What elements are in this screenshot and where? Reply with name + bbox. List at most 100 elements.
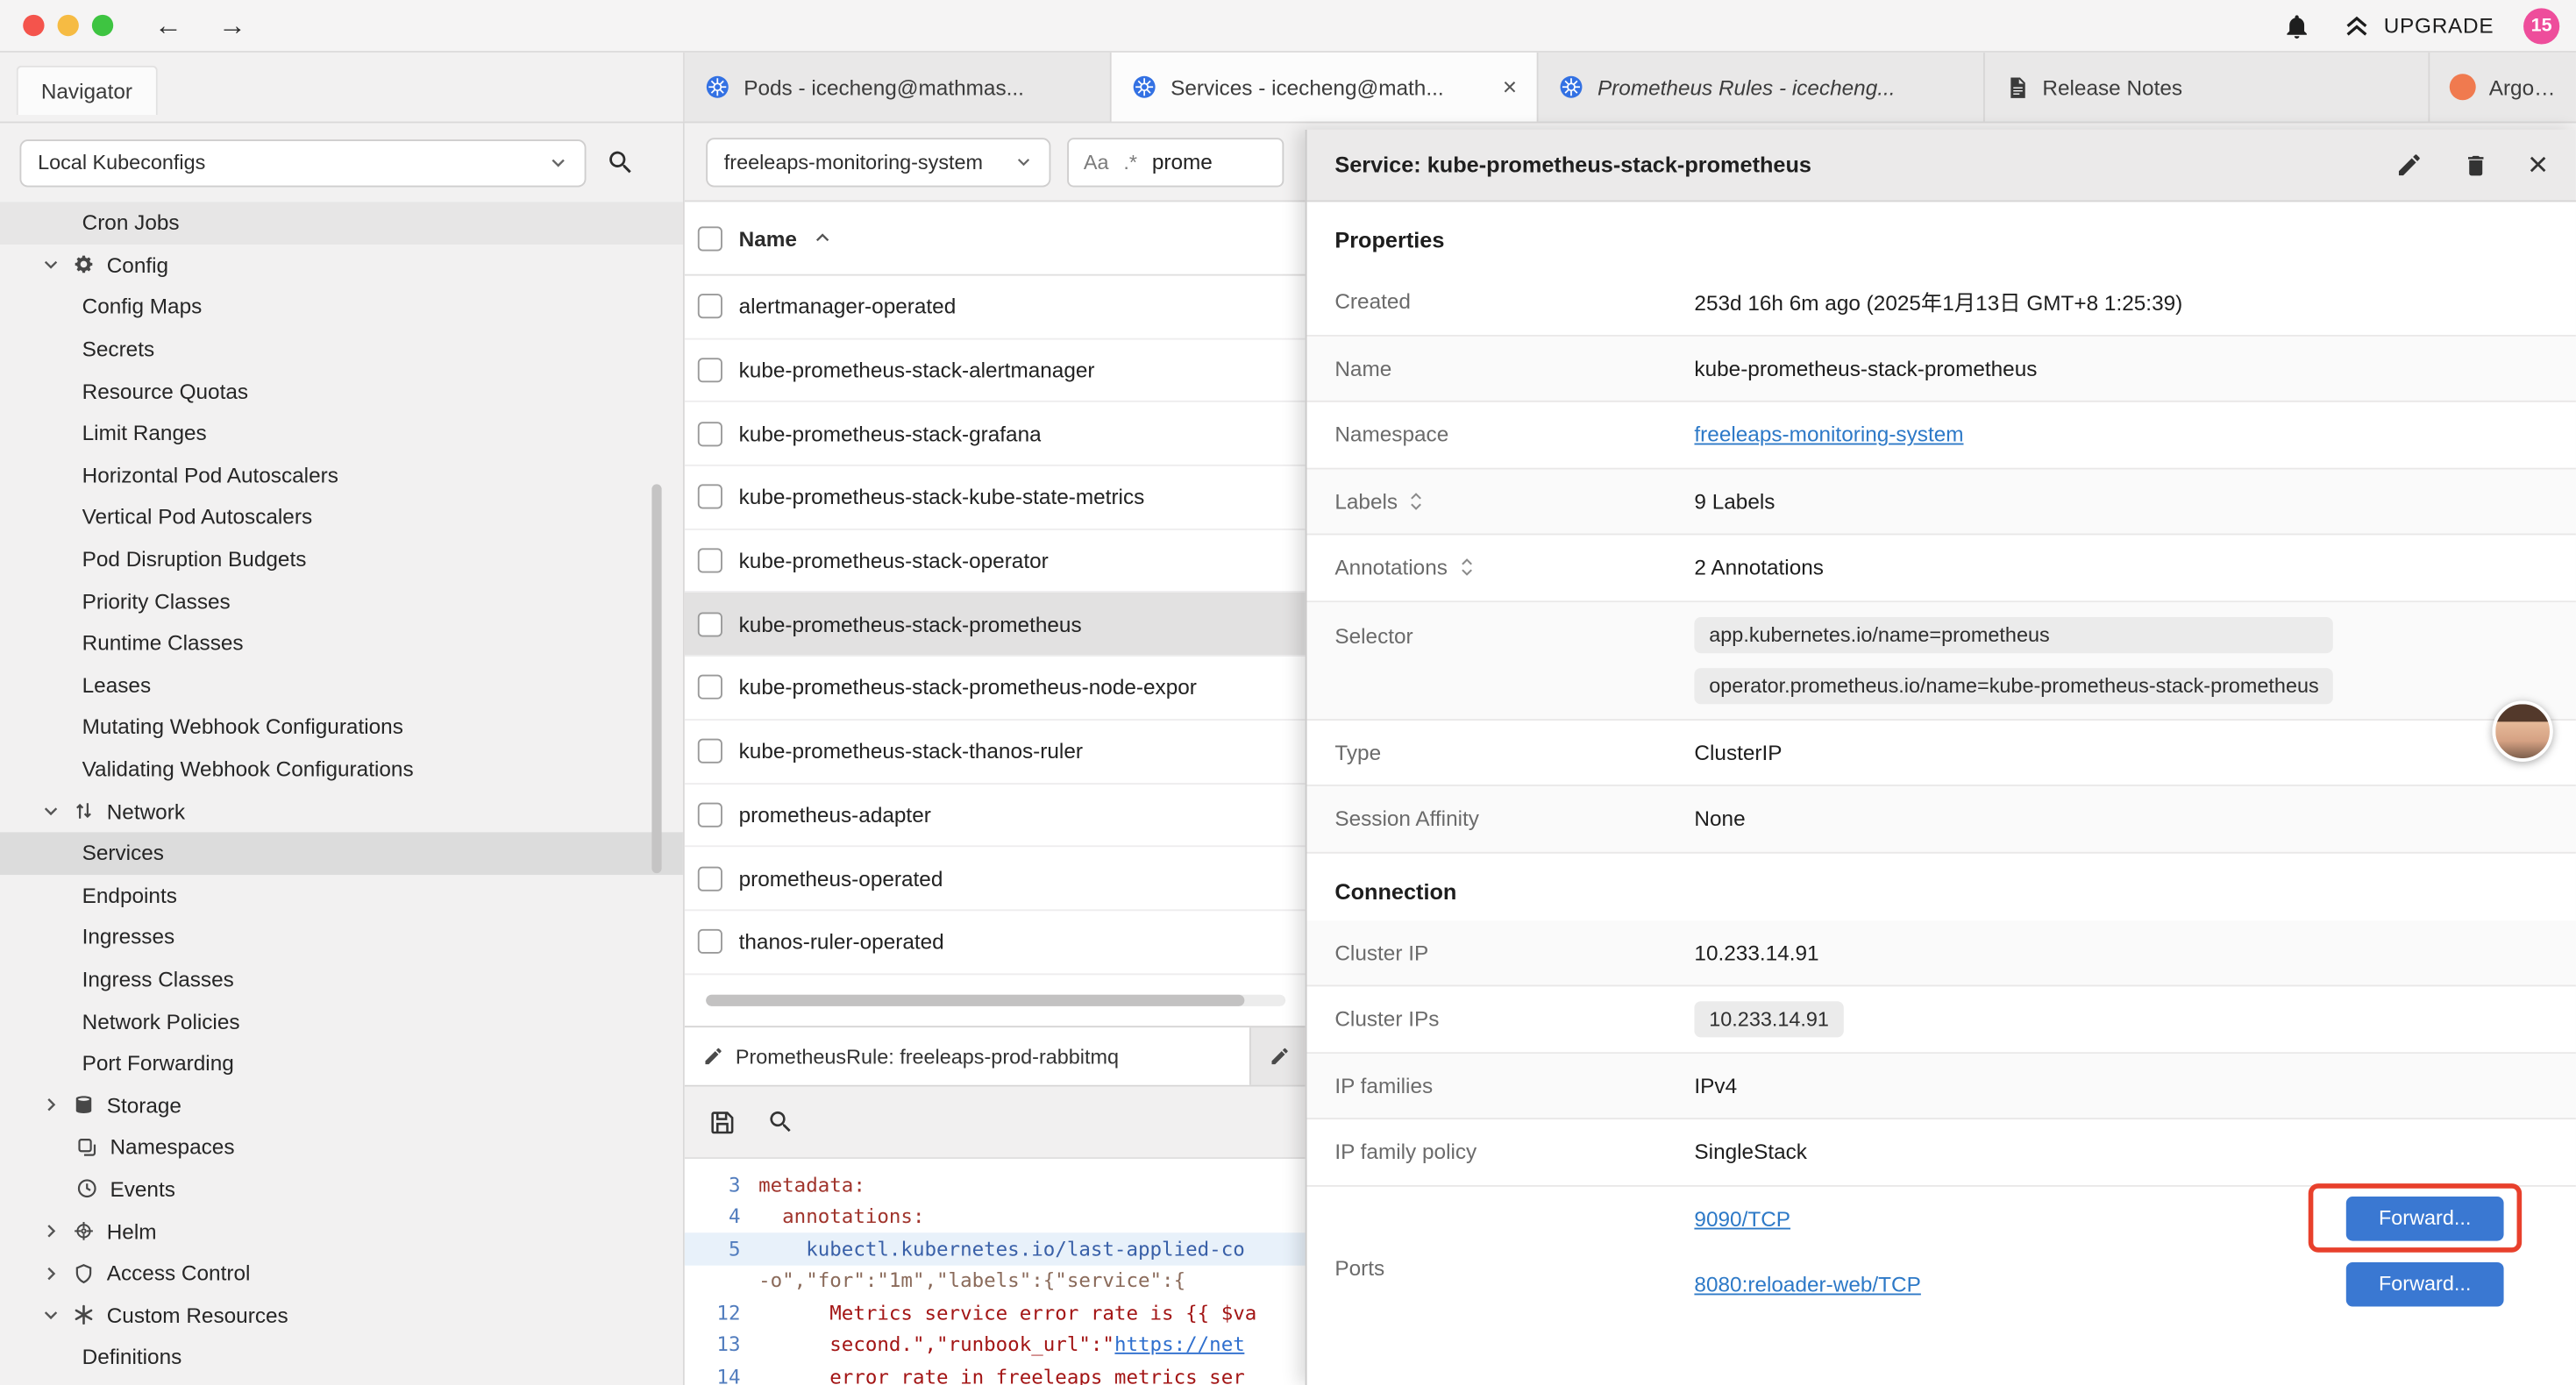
argo-icon — [2450, 74, 2476, 100]
user-avatar-bubble[interactable] — [2492, 701, 2552, 762]
sidebar-item-port-forwarding[interactable]: Port Forwarding — [0, 1042, 683, 1084]
sidebar-group-access-control[interactable]: Access Control — [0, 1252, 683, 1294]
namespaces-icon — [75, 1136, 100, 1159]
sidebar-group-custom-resources[interactable]: Custom Resources — [0, 1294, 683, 1336]
search-input[interactable] — [1152, 149, 1267, 174]
namespace-select[interactable]: freeleaps-monitoring-system — [706, 137, 1050, 186]
table-row[interactable]: thanos-ruler-operated — [685, 911, 1306, 974]
sidebar-item-definitions[interactable]: Definitions — [0, 1336, 683, 1378]
sidebar-item-horizontal-pod-autoscalers[interactable]: Horizontal Pod Autoscalers — [0, 454, 683, 496]
window-titlebar: ← → UPGRADE 15 — [0, 0, 2576, 53]
table-row[interactable]: kube-prometheus-stack-thanos-ruler — [685, 721, 1306, 784]
sort-ascending-icon[interactable] — [814, 228, 833, 247]
sidebar-scrollbar[interactable] — [651, 484, 661, 873]
yaml-editor[interactable]: 3metadata: 4 annotations: 5 kubectl.kube… — [685, 1159, 1306, 1385]
table-row[interactable]: prometheus-operated — [685, 848, 1306, 911]
sidebar-group-storage[interactable]: Storage — [0, 1084, 683, 1126]
table-row[interactable]: kube-prometheus-stack-grafana — [685, 402, 1306, 465]
notification-count-badge[interactable]: 15 — [2523, 7, 2559, 43]
sidebar-item-services[interactable]: Services — [0, 832, 683, 874]
close-tab-icon[interactable]: × — [1496, 73, 1517, 101]
sidebar-item-resource-quotas[interactable]: Resource Quotas — [0, 370, 683, 412]
sidebar-item-limit-ranges[interactable]: Limit Ranges — [0, 412, 683, 454]
row-checkbox[interactable] — [698, 358, 722, 382]
sidebar-item-priority-classes[interactable]: Priority Classes — [0, 580, 683, 622]
url-link[interactable]: https://net — [1114, 1333, 1245, 1356]
tab-prometheus-rules[interactable]: Prometheus Rules - icecheng... — [1539, 53, 1985, 122]
row-checkbox[interactable] — [698, 422, 722, 446]
tab-release-notes[interactable]: Release Notes — [1985, 53, 2430, 122]
row-checkbox[interactable] — [698, 612, 722, 636]
sidebar-group-network[interactable]: Network — [0, 790, 683, 832]
forward-button[interactable]: Forward... — [2346, 1196, 2504, 1240]
horizontal-scrollbar[interactable] — [706, 995, 1285, 1006]
sidebar-item-mutating-webhook-configurations[interactable]: Mutating Webhook Configurations — [0, 706, 683, 748]
table-row-selected[interactable]: kube-prometheus-stack-prometheus — [685, 593, 1306, 657]
editor-tab-partial[interactable] — [1251, 1027, 1306, 1085]
notifications-bell-icon[interactable] — [2282, 11, 2312, 40]
namespace-link[interactable]: freeleaps-monitoring-system — [1694, 423, 1963, 447]
sidebar-search-icon[interactable] — [606, 148, 636, 178]
row-checkbox[interactable] — [698, 866, 722, 891]
sort-toggle-icon[interactable] — [1407, 490, 1426, 511]
close-window-button[interactable] — [23, 15, 44, 36]
kubeconfig-select[interactable]: Local Kubeconfigs — [19, 138, 586, 186]
row-checkbox[interactable] — [698, 549, 722, 573]
table-row[interactable]: kube-prometheus-stack-prometheus-node-ex… — [685, 657, 1306, 720]
name-column-header[interactable]: Name — [739, 225, 797, 250]
row-checkbox[interactable] — [698, 675, 722, 700]
sidebar-item-ingresses[interactable]: Ingresses — [0, 916, 683, 958]
tab-argo[interactable]: Argo Se — [2430, 53, 2576, 122]
sidebar-group-config[interactable]: Config — [0, 244, 683, 286]
sidebar-item-cron-jobs[interactable]: Cron Jobs — [0, 202, 683, 244]
table-row[interactable]: kube-prometheus-stack-operator — [685, 529, 1306, 593]
sidebar-group-helm[interactable]: Helm — [0, 1211, 683, 1253]
tab-services[interactable]: Services - icecheng@math... × — [1112, 53, 1539, 122]
table-row[interactable]: prometheus-adapter — [685, 784, 1306, 847]
row-checkbox[interactable] — [698, 929, 722, 954]
sidebar-item-runtime-classes[interactable]: Runtime Classes — [0, 622, 683, 664]
network-arrows-icon — [72, 799, 96, 822]
sort-toggle-icon[interactable] — [1457, 557, 1476, 578]
scrollbar-thumb[interactable] — [706, 995, 1245, 1006]
sidebar-item-leases[interactable]: Leases — [0, 664, 683, 706]
match-case-toggle[interactable]: Aa — [1084, 150, 1109, 173]
sidebar-item-namespaces[interactable]: Namespaces — [0, 1126, 683, 1168]
table-row[interactable]: kube-prometheus-stack-kube-state-metrics — [685, 466, 1306, 529]
sidebar-item-secrets[interactable]: Secrets — [0, 328, 683, 370]
forward-button[interactable]: → — [200, 11, 264, 39]
window-controls[interactable] — [0, 15, 136, 36]
table-row[interactable]: alertmanager-operated — [685, 276, 1306, 339]
asterisk-icon — [72, 1303, 96, 1326]
sidebar-item-ingress-classes[interactable]: Ingress Classes — [0, 958, 683, 1000]
delete-trash-icon[interactable] — [2462, 152, 2488, 178]
minimize-window-button[interactable] — [58, 15, 79, 36]
back-button[interactable]: ← — [136, 11, 200, 39]
editor-tab-prometheusrule[interactable]: PrometheusRule: freeleaps-prod-rabbitmq — [685, 1027, 1251, 1085]
editor-search-icon[interactable] — [766, 1108, 794, 1136]
select-all-checkbox[interactable] — [698, 225, 722, 250]
sidebar-item-validating-webhook-configurations[interactable]: Validating Webhook Configurations — [0, 748, 683, 790]
save-icon[interactable] — [708, 1107, 737, 1137]
tab-pods[interactable]: Pods - icecheng@mathmas... — [685, 53, 1112, 122]
sidebar-item-endpoints[interactable]: Endpoints — [0, 874, 683, 916]
row-checkbox[interactable] — [698, 739, 722, 764]
sidebar-item-vertical-pod-autoscalers[interactable]: Vertical Pod Autoscalers — [0, 496, 683, 538]
row-checkbox[interactable] — [698, 485, 722, 509]
upgrade-button[interactable]: UPGRADE — [2341, 10, 2494, 41]
row-checkbox[interactable] — [698, 295, 722, 319]
maximize-window-button[interactable] — [92, 15, 113, 36]
sidebar-item-config-maps[interactable]: Config Maps — [0, 286, 683, 328]
close-drawer-icon[interactable]: × — [2528, 148, 2548, 182]
forward-button[interactable]: Forward... — [2346, 1261, 2504, 1306]
sidebar-item-network-policies[interactable]: Network Policies — [0, 1000, 683, 1042]
regex-toggle[interactable]: .* — [1123, 150, 1137, 173]
sidebar-item-pod-disruption-budgets[interactable]: Pod Disruption Budgets — [0, 538, 683, 580]
lens-app-window: ← → UPGRADE 15 Navigator Pods - icecheng… — [0, 0, 2576, 1385]
row-checkbox[interactable] — [698, 802, 722, 827]
edit-pencil-icon[interactable] — [2395, 151, 2423, 179]
port-link-9090[interactable]: 9090/TCP — [1694, 1206, 1790, 1231]
table-row[interactable]: kube-prometheus-stack-alertmanager — [685, 339, 1306, 402]
port-link-8080[interactable]: 8080:reloader-web/TCP — [1694, 1272, 1920, 1296]
sidebar-item-events[interactable]: Events — [0, 1168, 683, 1211]
